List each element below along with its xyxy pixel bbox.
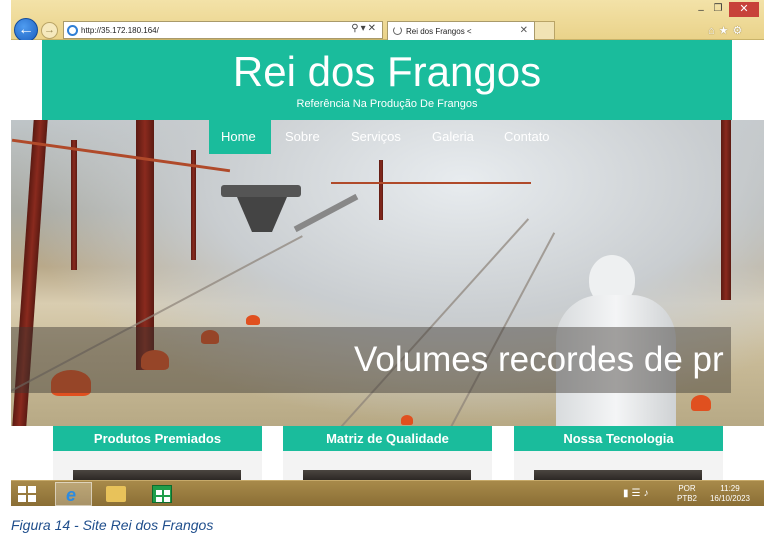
windows-start-icon[interactable] bbox=[18, 486, 36, 502]
nav-home[interactable]: Home bbox=[209, 120, 271, 154]
slide-caption-band: Volumes recordes de pr bbox=[11, 327, 731, 393]
card-title: Matriz de Qualidade bbox=[283, 426, 492, 451]
file-explorer-icon[interactable] bbox=[106, 486, 126, 502]
search-refresh-icons[interactable]: ⚲▾✕ bbox=[351, 23, 378, 34]
barn-pillar bbox=[721, 120, 731, 300]
ceiling-beam bbox=[331, 182, 531, 184]
feeder-hopper-body bbox=[237, 197, 287, 232]
card-produtos-premiados[interactable]: Produtos Premiados bbox=[53, 426, 262, 480]
site-header: Rei dos Frangos Referência Na Produção D… bbox=[42, 40, 732, 120]
taskbar-clock[interactable]: 11:29 16/10/2023 bbox=[703, 484, 757, 504]
window-close-icon[interactable]: ✕ bbox=[729, 2, 759, 17]
windows-taskbar: e ▮☰♪ POR PTB2 11:29 16/10/2023 bbox=[11, 480, 764, 506]
barn-pillar bbox=[379, 160, 383, 220]
figure-caption: Figura 14 - Site Rei dos Frangos bbox=[11, 517, 214, 533]
clock-time: 11:29 bbox=[720, 484, 740, 493]
card-title: Produtos Premiados bbox=[53, 426, 262, 451]
feature-cards: Produtos Premiados Matriz de Qualidade N… bbox=[11, 426, 764, 480]
feeder-hopper bbox=[221, 185, 301, 197]
clock-date: 16/10/2023 bbox=[709, 494, 751, 503]
loading-icon bbox=[393, 26, 402, 35]
card-matriz-qualidade[interactable]: Matriz de Qualidade bbox=[283, 426, 492, 480]
card-image bbox=[303, 470, 471, 480]
nav-servicos[interactable]: Serviços bbox=[339, 120, 413, 154]
internet-explorer-icon[interactable]: e bbox=[55, 482, 92, 506]
slide-caption: Volumes recordes de pr bbox=[354, 340, 724, 379]
hero-image: Volumes recordes de pr bbox=[11, 120, 764, 480]
back-arrow-icon[interactable]: ← bbox=[14, 18, 38, 42]
card-image bbox=[534, 470, 702, 480]
nav-galeria[interactable]: Galeria bbox=[420, 120, 486, 154]
barn-pillar bbox=[71, 140, 77, 270]
language-code: POR bbox=[678, 484, 696, 493]
forward-arrow-icon[interactable]: → bbox=[41, 22, 58, 39]
card-image bbox=[73, 470, 241, 480]
home-favorites-settings-icons[interactable]: ⌂★⚙ bbox=[708, 24, 746, 37]
maximize-icon[interactable]: ❐ bbox=[712, 3, 724, 14]
browser-tab[interactable]: Rei dos Frangos < ✕ bbox=[387, 21, 535, 40]
feeder-arm bbox=[293, 193, 359, 233]
store-icon[interactable] bbox=[152, 485, 172, 503]
new-tab-button[interactable] bbox=[535, 21, 555, 40]
nav-sobre[interactable]: Sobre bbox=[273, 120, 332, 154]
card-title: Nossa Tecnologia bbox=[514, 426, 723, 451]
tab-title: Rei dos Frangos < bbox=[406, 27, 472, 36]
web-page: Volumes recordes de pr Rei dos Frangos R… bbox=[11, 40, 764, 480]
floor-rail bbox=[340, 218, 530, 428]
minimize-icon[interactable]: – bbox=[695, 5, 707, 16]
address-url[interactable]: http://35.172.180.164/ bbox=[81, 26, 159, 35]
browser-toolbar: ← → http://35.172.180.164/ ⚲▾✕ Rei dos F… bbox=[11, 0, 764, 42]
keyboard-layout: PTB2 bbox=[676, 494, 697, 503]
feeder-pan bbox=[246, 315, 260, 325]
ie-page-icon bbox=[67, 25, 78, 36]
tab-close-icon[interactable]: ✕ bbox=[520, 25, 528, 36]
card-nossa-tecnologia[interactable]: Nossa Tecnologia bbox=[514, 426, 723, 480]
site-subtitle: Referência Na Produção De Frangos bbox=[296, 98, 478, 110]
nav-contato[interactable]: Contato bbox=[492, 120, 562, 154]
feeder-pan bbox=[401, 415, 413, 425]
tray-icons[interactable]: ▮☰♪ bbox=[623, 488, 651, 499]
site-title: Rei dos Frangos bbox=[232, 48, 542, 95]
screenshot: ← → http://35.172.180.164/ ⚲▾✕ Rei dos F… bbox=[11, 0, 764, 506]
feeder-pan bbox=[691, 395, 711, 411]
address-bar[interactable]: http://35.172.180.164/ ⚲▾✕ bbox=[63, 21, 383, 39]
language-indicator[interactable]: POR PTB2 bbox=[676, 484, 698, 504]
